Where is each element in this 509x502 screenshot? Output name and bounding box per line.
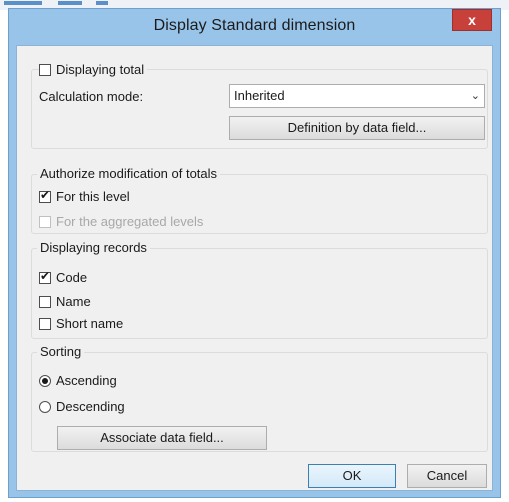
short-name-checkbox[interactable]: Short name	[39, 316, 123, 331]
descending-radio[interactable]: Descending	[39, 399, 125, 414]
dialog-window: Display Standard dimension x Displaying …	[8, 8, 501, 498]
ok-button[interactable]: OK	[308, 464, 396, 488]
checkbox-box	[39, 295, 51, 308]
cancel-button[interactable]: Cancel	[407, 464, 487, 488]
checkbox-box	[39, 188, 51, 203]
short-name-label: Short name	[56, 316, 124, 331]
background-artifact	[96, 1, 108, 5]
displaying-total-checkbox[interactable]: Displaying total	[39, 62, 148, 77]
calc-mode-select[interactable]: Inherited ⌄	[229, 84, 485, 108]
radio-dot	[39, 400, 51, 413]
radio-dot	[39, 374, 51, 387]
title-bar[interactable]: Display Standard dimension x	[9, 9, 500, 45]
for-aggregated-levels-label: For the aggregated levels	[56, 214, 204, 229]
checkbox-box	[39, 63, 51, 76]
code-checkbox[interactable]: Code	[39, 269, 88, 285]
for-aggregated-levels-checkbox[interactable]: For the aggregated levels	[39, 214, 203, 229]
for-this-level-label: For this level	[56, 189, 130, 204]
for-this-level-checkbox[interactable]: For this level	[39, 188, 130, 204]
dialog-title: Display Standard dimension	[153, 17, 356, 34]
calc-mode-value: Inherited	[234, 88, 285, 103]
definition-by-data-field-button[interactable]: Definition by data field...	[229, 116, 485, 140]
records-group-title: Displaying records	[37, 240, 150, 255]
checkbox-box	[39, 215, 51, 228]
ascending-label: Ascending	[56, 373, 117, 388]
calc-mode-label: Calculation mode:	[39, 89, 144, 104]
name-label: Name	[56, 294, 91, 309]
checkbox-box	[39, 317, 51, 330]
close-icon: x	[468, 12, 476, 28]
background-artifact	[4, 1, 42, 5]
associate-data-field-button[interactable]: Associate data field...	[57, 426, 267, 450]
close-button[interactable]: x	[452, 9, 492, 31]
code-label: Code	[56, 270, 88, 285]
ascending-radio[interactable]: Ascending	[39, 373, 117, 388]
displaying-total-label: Displaying total	[56, 62, 145, 77]
descending-label: Descending	[56, 399, 125, 414]
sorting-group-title: Sorting	[37, 344, 85, 359]
chevron-down-icon: ⌄	[470, 89, 480, 102]
checkbox-box	[39, 269, 51, 284]
dialog-body: Displaying total Calculation mode: Inher…	[16, 45, 493, 491]
background-artifact	[58, 1, 82, 5]
name-checkbox[interactable]: Name	[39, 294, 91, 309]
authorize-group-title: Authorize modification of totals	[37, 166, 221, 181]
